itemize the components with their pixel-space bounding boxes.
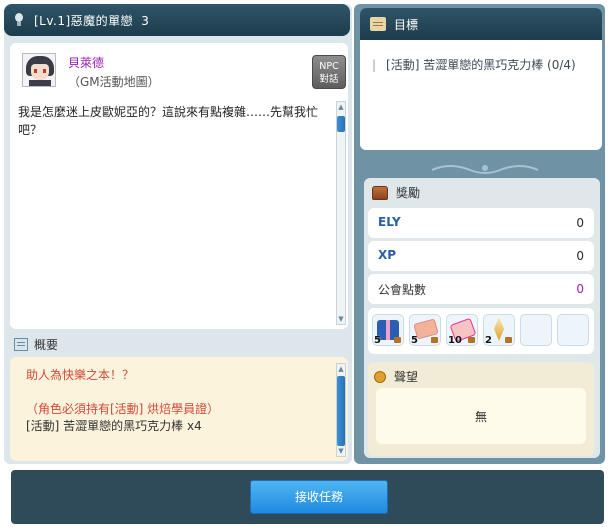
fame-header: 聲望 bbox=[374, 368, 418, 385]
guild-points-label: 公會點數 bbox=[378, 283, 427, 297]
npc-name: 貝萊德 bbox=[68, 56, 105, 70]
summary-label: 概要 bbox=[34, 338, 59, 352]
scroll-down-arrow-icon[interactable]: ▼ bbox=[337, 314, 345, 324]
xp-value: 0 bbox=[576, 249, 584, 263]
summary-box: 助人為快樂之本！？ （角色必須持有[活動] 烘焙學員證） [活動] 苦澀單戀的黑… bbox=[10, 357, 348, 461]
goal-label: 目標 bbox=[394, 17, 419, 32]
reward-item-slot-2[interactable]: 5 bbox=[409, 314, 441, 346]
summary-scrollbar[interactable]: ▲ ▼ bbox=[336, 363, 346, 457]
scroll-thumb[interactable] bbox=[337, 116, 345, 132]
xp-label: XP bbox=[378, 248, 397, 262]
item-count: 5 bbox=[374, 335, 381, 346]
lock-icon bbox=[505, 337, 512, 343]
summary-icon bbox=[14, 338, 28, 351]
quest-name: 惡魔的單戀 bbox=[70, 13, 134, 28]
summary-line-3: [活動] 苦澀單戀的黑巧克力棒 x4 bbox=[26, 419, 202, 433]
reward-label: 獎勵 bbox=[396, 186, 421, 200]
medal-icon bbox=[374, 370, 386, 383]
npc-chat-label: NPC 對話 bbox=[319, 61, 339, 85]
npc-map: （GM活動地圖） bbox=[68, 75, 160, 89]
reward-items-row: 5 5 10 2 bbox=[368, 308, 594, 354]
reward-item-slot-5 bbox=[520, 314, 552, 346]
reward-xp-row: XP 0 bbox=[368, 241, 594, 271]
lock-icon bbox=[394, 337, 401, 343]
goal-box: 目標 | [活動] 苦澀單戀的黑巧克力棒 (0/4) bbox=[360, 8, 602, 150]
crystal-icon bbox=[494, 317, 504, 341]
item-count: 5 bbox=[411, 335, 418, 346]
item-count: 2 bbox=[485, 335, 492, 346]
bulb-icon bbox=[14, 13, 24, 27]
reward-item-slot-1[interactable]: 5 bbox=[372, 314, 404, 346]
treasure-chest-icon bbox=[372, 185, 388, 200]
accept-quest-button[interactable]: 接收任務 bbox=[250, 480, 388, 514]
npc-info: 貝萊德 （GM活動地圖） NPC 對話 bbox=[22, 53, 346, 95]
goal-bullet: | bbox=[372, 58, 377, 72]
guild-points-value: 0 bbox=[576, 282, 584, 296]
quest-title-bar: [Lv.1]惡魔的單戀 3 bbox=[4, 4, 350, 36]
fame-label: 聲望 bbox=[394, 370, 419, 384]
item-count: 10 bbox=[448, 335, 462, 346]
fame-value: 無 bbox=[474, 410, 487, 424]
lock-icon bbox=[431, 337, 438, 343]
summary-line-2: （角色必須持有[活動] 烘焙學員證） bbox=[26, 402, 220, 416]
ornament-divider bbox=[431, 165, 539, 174]
quest-number: 3 bbox=[141, 13, 150, 28]
reward-item-slot-4[interactable]: 2 bbox=[483, 314, 515, 346]
ely-label: ELY bbox=[378, 215, 401, 229]
summary-header: 概要 bbox=[14, 336, 58, 353]
reward-header: 獎勵 bbox=[372, 184, 420, 201]
goal-item: | [活動] 苦澀單戀的黑巧克力棒 (0/4) bbox=[372, 56, 576, 73]
goal-header: 目標 bbox=[360, 8, 602, 40]
goal-item-text: [活動] 苦澀單戀的黑巧克力棒 (0/4) bbox=[386, 58, 576, 72]
reward-guild-row: 公會點數 0 bbox=[368, 274, 594, 304]
quest-level-tag: [Lv.1] bbox=[34, 13, 71, 28]
scroll-up-arrow-icon[interactable]: ▲ bbox=[337, 102, 345, 112]
scroll-thumb[interactable] bbox=[337, 376, 345, 446]
summary-line-1: 助人為快樂之本！？ bbox=[26, 368, 135, 382]
reward-ely-row: ELY 0 bbox=[368, 208, 594, 238]
scroll-icon bbox=[370, 17, 386, 31]
fame-inner: 無 bbox=[376, 388, 586, 444]
npc-chat-button[interactable]: NPC 對話 bbox=[312, 55, 346, 89]
reward-item-slot-3[interactable]: 10 bbox=[446, 314, 478, 346]
lock-icon bbox=[468, 337, 475, 343]
npc-avatar bbox=[22, 53, 56, 87]
scroll-up-arrow-icon[interactable]: ▲ bbox=[337, 364, 345, 374]
quest-title: [Lv.1]惡魔的單戀 3 bbox=[34, 12, 149, 29]
ely-value: 0 bbox=[576, 216, 584, 230]
dialog-scrollbar[interactable]: ▲ ▼ bbox=[336, 101, 346, 325]
reward-item-slot-6 bbox=[557, 314, 589, 346]
quest-window: [Lv.1]惡魔的單戀 3 貝萊德 （GM活動地圖） NPC 對話 我是怎麼迷上皮… bbox=[0, 0, 609, 527]
npc-dialog-box: 貝萊德 （GM活動地圖） NPC 對話 我是怎麼迷上皮歐妮亞的？這說來有點複雜…… bbox=[10, 43, 348, 329]
dialog-text: 我是怎麼迷上皮歐妮亞的？這說來有點複雜……先幫我忙吧？ bbox=[18, 105, 319, 137]
summary-text: 助人為快樂之本！？ （角色必須持有[活動] 烘焙學員證） [活動] 苦澀單戀的黑… bbox=[26, 367, 326, 435]
scroll-down-arrow-icon[interactable]: ▼ bbox=[337, 446, 345, 456]
